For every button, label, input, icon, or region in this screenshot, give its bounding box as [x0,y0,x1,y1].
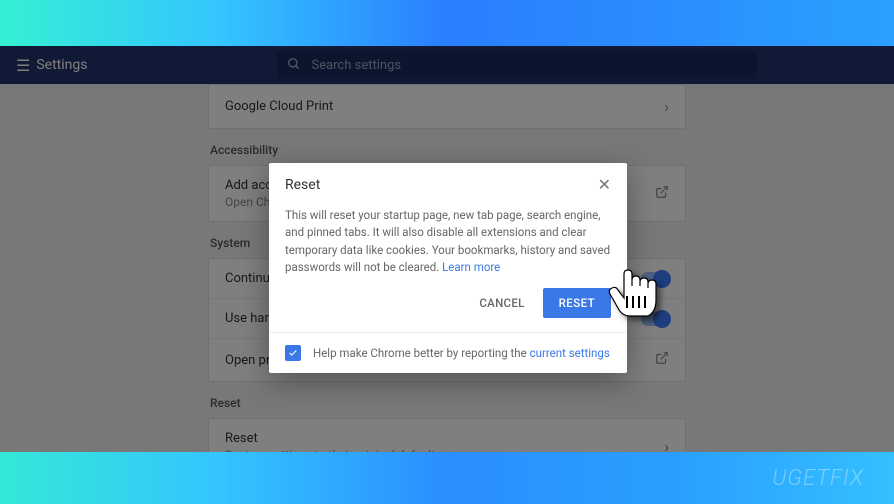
cursor-pointer-icon [606,266,684,332]
dialog-body: This will reset your startup page, new t… [269,197,627,288]
reset-dialog: Reset ✕ This will reset your startup pag… [269,163,627,373]
watermark: UGETFIX [772,466,864,491]
cancel-button[interactable]: CANCEL [471,288,532,318]
dialog-footer: Help make Chrome better by reporting the… [269,332,627,373]
gradient-bottom-bar: UGETFIX [0,452,894,504]
current-settings-link[interactable]: current settings [530,346,610,360]
footer-text: Help make Chrome better by reporting the [313,346,530,360]
report-checkbox[interactable] [285,345,301,361]
gradient-top-bar [0,0,894,46]
close-icon[interactable]: ✕ [598,177,611,193]
reset-button[interactable]: RESET [543,288,611,318]
dialog-title: Reset [285,177,320,193]
learn-more-link[interactable]: Learn more [442,260,500,274]
